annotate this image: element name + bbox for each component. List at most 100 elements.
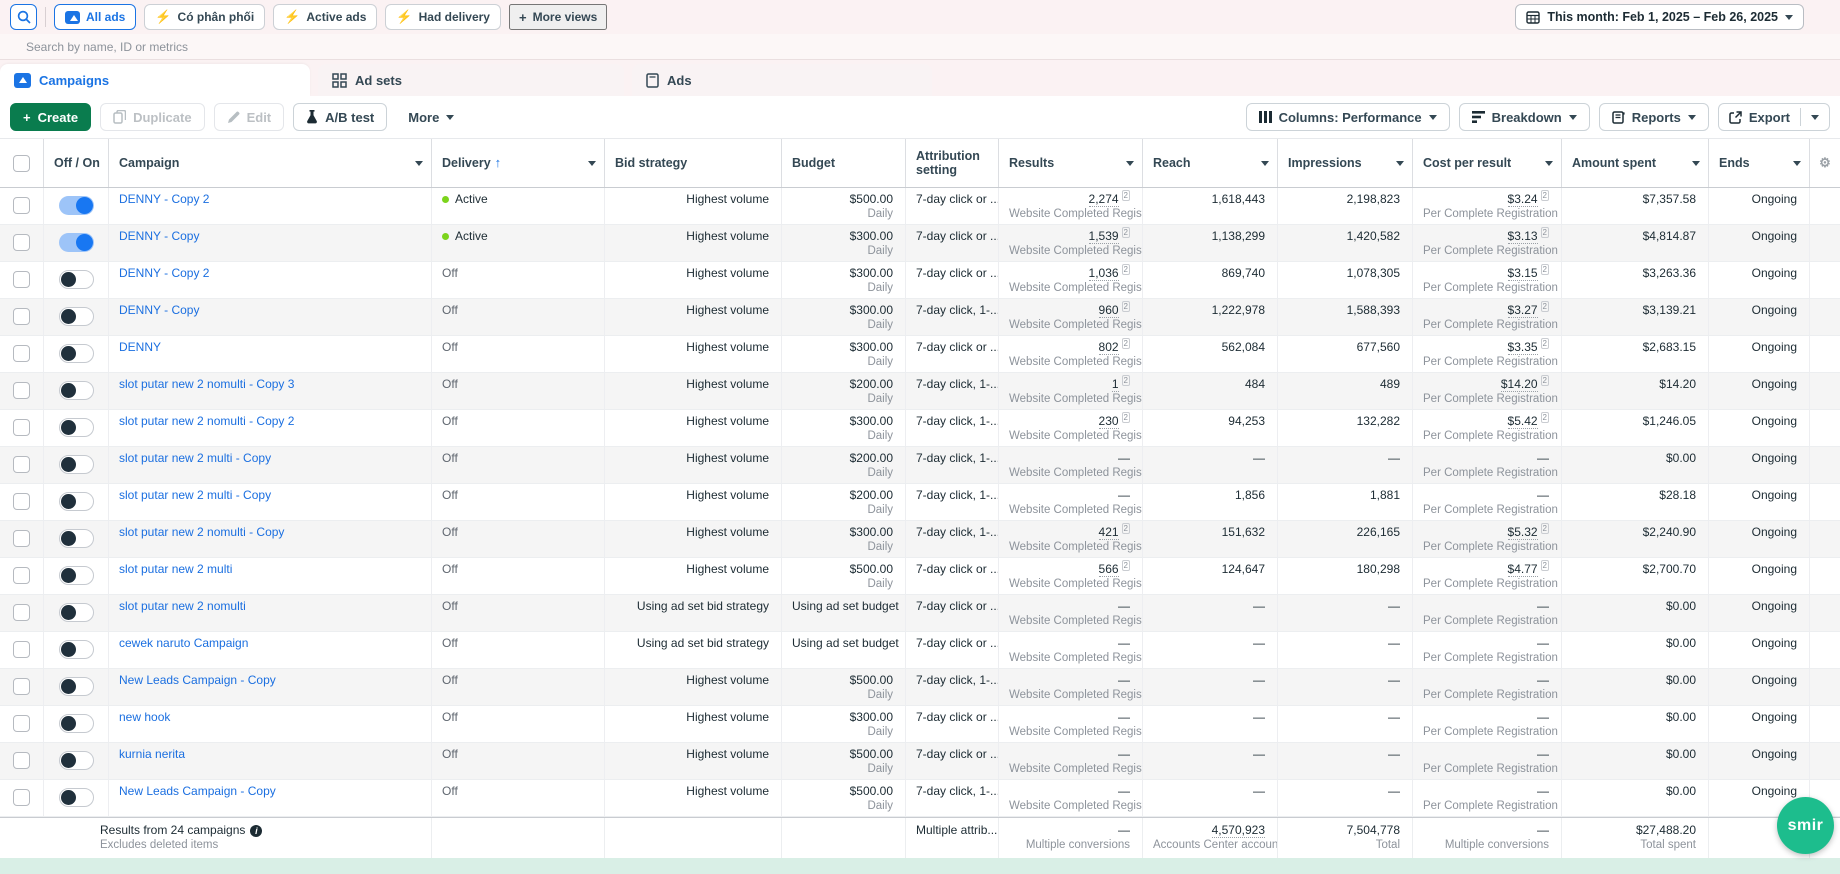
- row-checkbox[interactable]: [13, 715, 30, 732]
- info-icon[interactable]: i: [250, 825, 262, 837]
- campaign-toggle[interactable]: [59, 307, 94, 326]
- gear-icon[interactable]: ⚙: [1819, 156, 1831, 170]
- column-menu-icon[interactable]: [1692, 161, 1700, 166]
- column-header-campaign[interactable]: Campaign: [109, 139, 432, 187]
- footnote-icon: 2: [1122, 190, 1130, 201]
- campaign-toggle[interactable]: [59, 529, 94, 548]
- campaign-toggle[interactable]: [59, 492, 94, 511]
- row-checkbox[interactable]: [13, 308, 30, 325]
- column-menu-icon[interactable]: [588, 161, 596, 166]
- row-checkbox[interactable]: [13, 789, 30, 806]
- column-menu-icon[interactable]: [415, 161, 423, 166]
- create-button[interactable]: + Create: [10, 103, 91, 131]
- column-menu-icon[interactable]: [1396, 161, 1404, 166]
- more-button[interactable]: More: [396, 103, 466, 131]
- campaign-toggle[interactable]: [59, 566, 94, 585]
- column-menu-icon[interactable]: [1545, 161, 1553, 166]
- column-header-results[interactable]: Results: [999, 139, 1143, 187]
- edit-button[interactable]: Edit: [214, 103, 285, 131]
- campaign-toggle[interactable]: [59, 233, 94, 252]
- reports-button[interactable]: Reports: [1599, 103, 1709, 131]
- campaign-toggle[interactable]: [59, 270, 94, 289]
- view-chip-co-phan-phoi[interactable]: ⚡ Có phân phối: [144, 4, 265, 30]
- campaign-name-link[interactable]: DENNY - Copy 2: [119, 266, 209, 280]
- view-chip-had-delivery[interactable]: ⚡ Had delivery: [385, 4, 501, 30]
- row-checkbox[interactable]: [13, 641, 30, 658]
- campaign-name-link[interactable]: new hook: [119, 710, 170, 724]
- search-button[interactable]: [10, 4, 37, 30]
- campaign-toggle[interactable]: [59, 751, 94, 770]
- campaign-name-link[interactable]: slot putar new 2 nomulti - Copy 3: [119, 377, 294, 391]
- row-checkbox[interactable]: [13, 456, 30, 473]
- reach-cell: 1,222,978: [1143, 299, 1278, 335]
- campaign-toggle[interactable]: [59, 344, 94, 363]
- select-all-checkbox[interactable]: [13, 155, 30, 172]
- column-header-amount-spent[interactable]: Amount spent: [1562, 139, 1709, 187]
- column-header-bid-strategy[interactable]: Bid strategy: [605, 139, 782, 187]
- breakdown-button[interactable]: Breakdown: [1459, 103, 1590, 131]
- column-menu-icon[interactable]: [1126, 161, 1134, 166]
- campaign-name-link[interactable]: DENNY - Copy 2: [119, 192, 209, 206]
- campaign-name-link[interactable]: DENNY - Copy: [119, 229, 199, 243]
- campaign-name-link[interactable]: DENNY - Copy: [119, 303, 199, 317]
- date-range-button[interactable]: This month: Feb 1, 2025 – Feb 26, 2025: [1515, 4, 1804, 30]
- view-chip-active-ads[interactable]: ⚡ Active ads: [273, 4, 377, 30]
- view-chip-all-ads[interactable]: All ads: [54, 4, 136, 30]
- campaign-name-link[interactable]: slot putar new 2 nomulti - Copy: [119, 525, 284, 539]
- row-checkbox[interactable]: [13, 197, 30, 214]
- column-header-attribution-setting[interactable]: Attribution setting: [906, 139, 999, 187]
- column-header-delivery[interactable]: Delivery↑: [432, 139, 605, 187]
- column-header-budget[interactable]: Budget: [782, 139, 906, 187]
- tab-campaigns[interactable]: Campaigns: [0, 64, 310, 96]
- campaign-name-link[interactable]: DENNY: [119, 340, 161, 354]
- row-checkbox[interactable]: [13, 604, 30, 621]
- campaign-toggle[interactable]: [59, 381, 94, 400]
- search-input[interactable]: [26, 40, 926, 54]
- column-menu-icon[interactable]: [1793, 161, 1801, 166]
- row-checkbox[interactable]: [13, 530, 30, 547]
- campaign-name-link[interactable]: slot putar new 2 multi: [119, 562, 232, 576]
- campaign-name-link[interactable]: New Leads Campaign - Copy: [119, 673, 276, 687]
- column-header-impressions[interactable]: Impressions: [1278, 139, 1413, 187]
- export-button[interactable]: Export: [1719, 104, 1800, 130]
- more-views-button[interactable]: + More views: [509, 4, 607, 30]
- column-header-ends[interactable]: Ends: [1709, 139, 1810, 187]
- campaign-name-link[interactable]: slot putar new 2 multi - Copy: [119, 488, 271, 502]
- campaign-name-link[interactable]: slot putar new 2 nomulti - Copy 2: [119, 414, 294, 428]
- export-options-button[interactable]: [1801, 104, 1829, 130]
- row-checkbox[interactable]: [13, 419, 30, 436]
- column-header-reach[interactable]: Reach: [1143, 139, 1278, 187]
- row-checkbox[interactable]: [13, 345, 30, 362]
- campaign-toggle[interactable]: [59, 714, 94, 733]
- row-checkbox[interactable]: [13, 382, 30, 399]
- tab-ads[interactable]: Ads: [632, 64, 932, 96]
- column-header-off-on[interactable]: Off / On: [44, 139, 109, 187]
- cost-per-result-cell: —Per Complete Registration: [1413, 632, 1562, 668]
- row-checkbox[interactable]: [13, 493, 30, 510]
- tab-ad-sets[interactable]: Ad sets: [318, 64, 624, 96]
- campaign-name-link[interactable]: New Leads Campaign - Copy: [119, 784, 276, 798]
- campaign-name-link[interactable]: slot putar new 2 multi - Copy: [119, 451, 271, 465]
- column-header-cost-per-result[interactable]: Cost per result: [1413, 139, 1562, 187]
- campaign-toggle[interactable]: [59, 788, 94, 807]
- column-menu-icon[interactable]: [1261, 161, 1269, 166]
- campaign-name-link[interactable]: cewek naruto Campaign: [119, 636, 248, 650]
- campaign-toggle[interactable]: [59, 196, 94, 215]
- campaign-toggle[interactable]: [59, 603, 94, 622]
- campaign-toggle[interactable]: [59, 677, 94, 696]
- row-checkbox[interactable]: [13, 271, 30, 288]
- row-checkbox[interactable]: [13, 678, 30, 695]
- campaign-toggle[interactable]: [59, 418, 94, 437]
- duplicate-button[interactable]: Duplicate: [100, 103, 205, 131]
- campaign-name-link[interactable]: slot putar new 2 nomulti: [119, 599, 246, 613]
- row-checkbox[interactable]: [13, 752, 30, 769]
- row-checkbox[interactable]: [13, 567, 30, 584]
- campaign-toggle[interactable]: [59, 455, 94, 474]
- row-checkbox[interactable]: [13, 234, 30, 251]
- columns-button[interactable]: Columns: Performance: [1246, 103, 1450, 131]
- campaign-toggle[interactable]: [59, 640, 94, 659]
- bid-strategy-cell: Highest volume: [605, 558, 782, 594]
- ab-test-button[interactable]: A/B test: [293, 103, 387, 131]
- smir-widget-button[interactable]: smir: [1777, 797, 1834, 854]
- campaign-name-link[interactable]: kurnia nerita: [119, 747, 185, 761]
